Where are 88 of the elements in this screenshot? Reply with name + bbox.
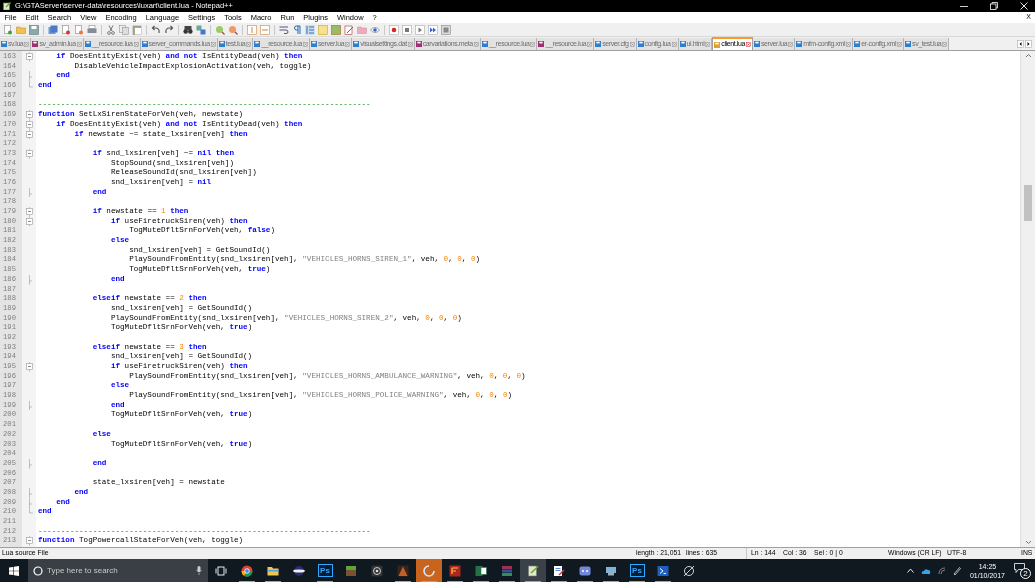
microphone-icon[interactable] [196, 566, 202, 575]
close-tab-icon[interactable] [530, 41, 536, 47]
play-icon[interactable] [415, 24, 425, 35]
close-tab-icon[interactable] [76, 41, 82, 47]
clipboard-pen-icon[interactable] [344, 24, 354, 35]
scissors-icon[interactable] [106, 24, 116, 35]
pyramid-icon[interactable] [397, 564, 409, 577]
notepad-icon[interactable] [527, 564, 539, 577]
close-tab-icon[interactable] [746, 42, 751, 47]
target-icon[interactable] [371, 564, 383, 577]
close-tab-icon[interactable] [246, 41, 252, 47]
fold-toggle-icon[interactable] [24, 110, 34, 120]
close-tab-icon[interactable] [345, 41, 351, 47]
close-all-icon[interactable] [74, 24, 84, 35]
fast-forward-icon[interactable] [428, 24, 438, 35]
close-tab-icon[interactable] [846, 41, 852, 47]
word-wrap-icon[interactable] [279, 24, 289, 35]
app-tile-icon[interactable]: Ps [629, 564, 645, 577]
record-icon[interactable] [389, 24, 399, 35]
copy-icon[interactable] [119, 24, 129, 35]
pilcrow-icon[interactable] [292, 24, 302, 35]
notification-count: 2 [1020, 568, 1031, 579]
chevron-up-icon[interactable] [906, 568, 914, 573]
task-view-icon[interactable] [215, 564, 227, 577]
grass-block-icon[interactable] [345, 564, 357, 577]
zoom-in-icon[interactable] [215, 24, 225, 35]
close-icon[interactable] [1020, 2, 1028, 10]
document-pen-icon[interactable] [553, 564, 565, 577]
archive-icon[interactable] [501, 564, 513, 577]
close-tab-icon[interactable] [302, 41, 308, 47]
restore-icon[interactable] [990, 2, 998, 10]
indent-guide-icon[interactable] [305, 24, 315, 35]
close-tab-icon[interactable] [587, 41, 593, 47]
scrollbar-thumb[interactable] [1024, 185, 1032, 221]
stop-icon[interactable] [402, 24, 412, 35]
replace-icon[interactable] [196, 24, 206, 35]
folder-icon[interactable] [267, 564, 279, 577]
search-field[interactable]: Type here to search [28, 559, 208, 582]
pen-icon[interactable] [952, 566, 961, 575]
fold-toggle-icon[interactable] [24, 362, 34, 372]
close-tab-icon[interactable] [473, 41, 479, 47]
save-all-icon[interactable] [48, 24, 58, 35]
speech-bubble-icon[interactable] [1014, 563, 1025, 573]
new-file-icon[interactable] [3, 24, 13, 35]
redo-icon[interactable] [164, 24, 174, 35]
app-tile-icon[interactable]: Ps [317, 564, 333, 577]
close-tab-icon[interactable] [897, 41, 903, 47]
zoom-out-icon[interactable] [228, 24, 238, 35]
binoculars-icon[interactable] [183, 24, 193, 35]
close-file-icon[interactable] [61, 24, 71, 35]
undo-icon[interactable] [151, 24, 161, 35]
scroll-left-icon[interactable] [1017, 40, 1024, 48]
sync-horizontal-icon[interactable] [260, 24, 270, 35]
close-tab-icon[interactable] [407, 41, 413, 47]
printer-icon[interactable] [87, 24, 97, 35]
planet-icon[interactable] [293, 564, 305, 577]
chat-icon[interactable] [579, 564, 591, 577]
close-tab-icon[interactable] [629, 41, 635, 47]
fold-toggle-icon[interactable] [24, 119, 34, 130]
fold-toggle-icon[interactable] [24, 148, 34, 159]
floppy-stack-icon[interactable] [441, 24, 451, 35]
eye-icon[interactable] [370, 24, 380, 35]
terminal-icon[interactable] [657, 564, 669, 577]
circle-icon [33, 565, 43, 576]
fold-toggle-icon[interactable] [24, 207, 34, 217]
fold-toggle-icon[interactable] [24, 129, 34, 140]
notepad-icon [3, 2, 11, 10]
close-tab-icon[interactable] [210, 41, 216, 47]
close-tab-icon[interactable] [705, 41, 711, 47]
close-tab-icon[interactable] [788, 41, 794, 47]
fold-toggle-icon[interactable] [24, 52, 34, 62]
picture-frame-icon[interactable] [331, 24, 341, 35]
close-tab-icon[interactable] [24, 41, 30, 47]
close-tab-icon[interactable] [942, 41, 948, 47]
cloud-icon[interactable] [920, 567, 931, 574]
scroll-right-icon[interactable] [1025, 40, 1032, 48]
close-tab-icon[interactable] [671, 41, 677, 47]
close-tab-icon[interactable] [133, 41, 139, 47]
windows-logo-icon [9, 565, 19, 576]
fold-toggle-icon[interactable] [24, 536, 34, 547]
clipboard-icon[interactable] [132, 24, 142, 35]
network-drive-icon[interactable] [605, 564, 617, 577]
sync-vertical-icon[interactable] [247, 24, 257, 35]
vertical-scrollbar[interactable] [1020, 51, 1035, 547]
wifi-icon[interactable] [937, 566, 946, 575]
browser-icon[interactable] [241, 564, 253, 577]
save-icon[interactable] [29, 24, 39, 35]
fold-toggle-icon[interactable] [24, 216, 34, 227]
